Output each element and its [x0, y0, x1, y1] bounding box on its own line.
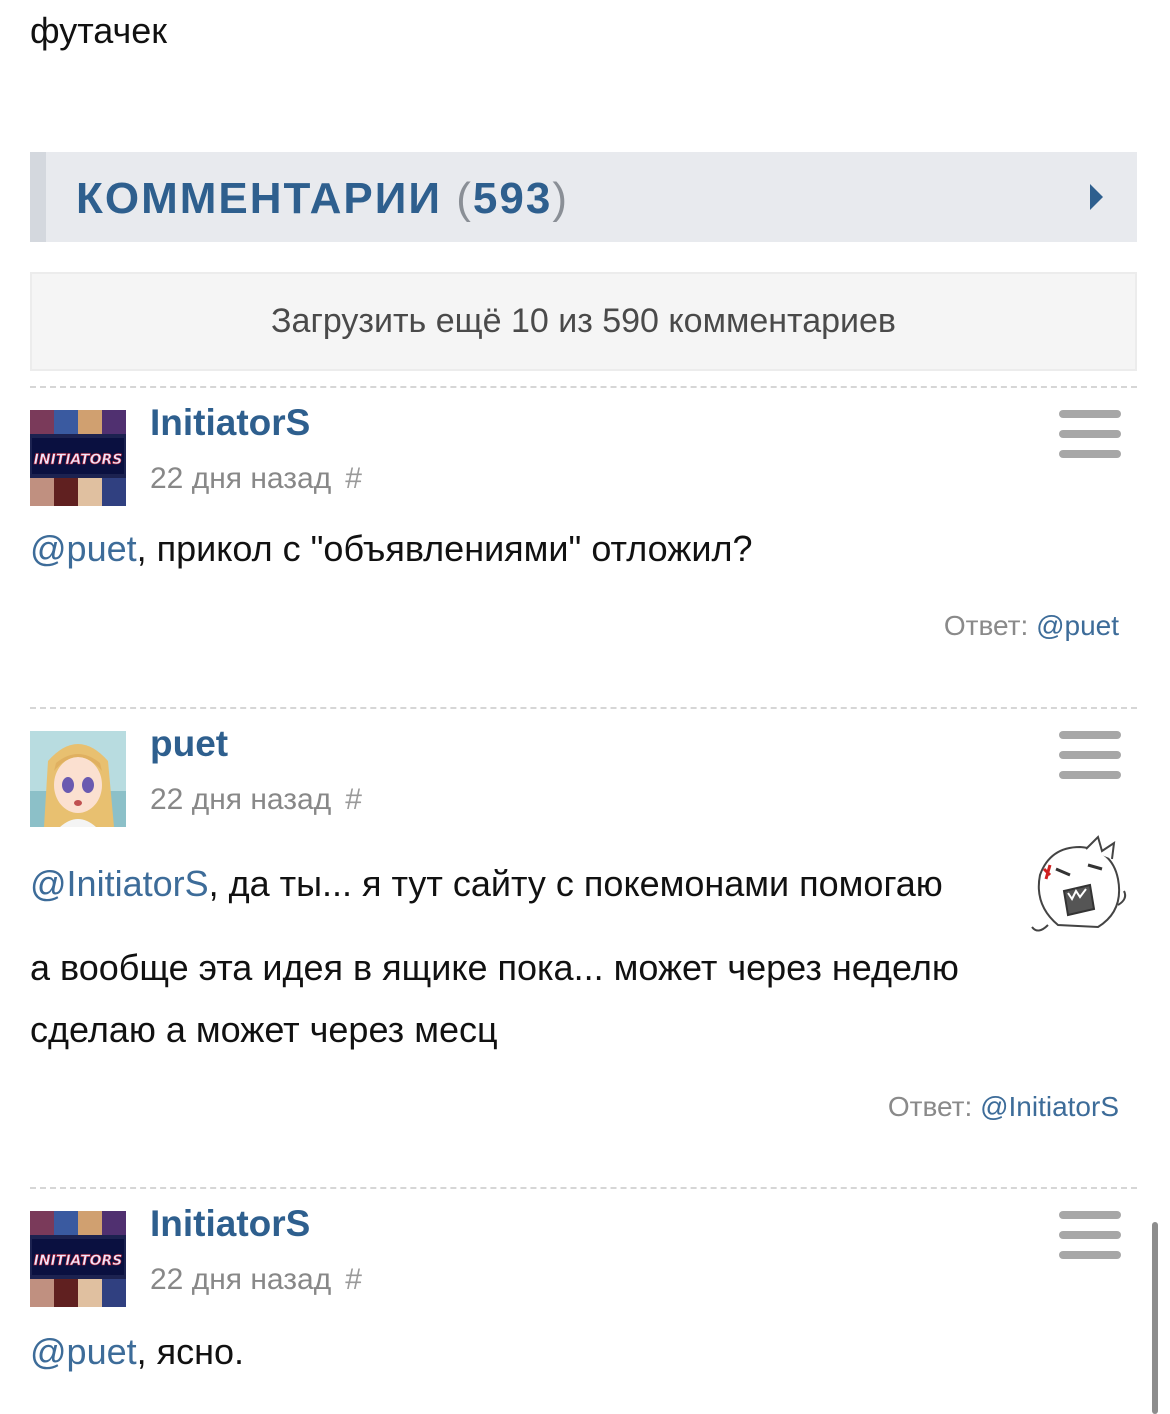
comment-time: 22 дня назад — [150, 462, 332, 495]
comment-time: 22 дня назад — [150, 1263, 332, 1296]
comment-divider — [30, 1187, 1137, 1189]
comment-body: , ясно. — [136, 1331, 245, 1372]
comment-item: INITIATORS InitiatorS 22 дня назад # @pue… — [30, 402, 1137, 660]
reply-label: Ответ: — [943, 610, 1029, 641]
post-tail-text: футачек — [30, 10, 168, 51]
comment-body: , прикол с "объявлениями" отложил? — [136, 528, 753, 569]
comment-text-line: сделаю а может через месц — [30, 1009, 498, 1050]
avatar-logo-text: INITIATORS — [34, 452, 123, 468]
reply-to: Ответ: @InitiatorS — [888, 1091, 1119, 1123]
reply-to: Ответ: @puet — [944, 610, 1119, 642]
avatar[interactable]: INITIATORS — [30, 410, 126, 506]
comment-author-link[interactable]: InitiatorS — [150, 1203, 310, 1245]
reply-label: Ответ: — [887, 1091, 973, 1122]
open-paren: ( — [456, 174, 473, 223]
reply-to-link[interactable]: @puet — [1036, 610, 1119, 641]
comment-item: puet 22 дня назад # @InitiatorS, да ты...… — [30, 723, 1137, 1141]
comment-divider — [30, 707, 1137, 709]
comment-text: @puet, ясно. — [30, 1321, 244, 1383]
comment-menu-icon[interactable] — [1059, 1211, 1121, 1261]
comment-menu-icon[interactable] — [1059, 731, 1121, 781]
scrollbar[interactable] — [1152, 1222, 1158, 1414]
comments-section-header[interactable]: КОММЕНТАРИИ (593) — [30, 152, 1137, 242]
comment-time: 22 дня назад — [150, 783, 332, 816]
comment-anchor-link[interactable]: # — [345, 783, 362, 816]
avatar[interactable] — [30, 731, 126, 827]
close-paren: ) — [552, 174, 569, 223]
comment-anchor-link[interactable]: # — [345, 1263, 362, 1296]
mention-link[interactable]: @InitiatorS — [30, 863, 209, 904]
comments-title: КОММЕНТАРИИ (593) — [76, 174, 569, 224]
comment-text: @InitiatorS, да ты... я тут сайту с поке… — [30, 853, 943, 915]
mention-link[interactable]: @puet — [30, 1331, 137, 1372]
comments-title-label: КОММЕНТАРИИ — [76, 174, 442, 223]
comment-meta: 22 дня назад # — [150, 462, 362, 496]
comment-item: INITIATORS InitiatorS 22 дня назад # @pue… — [30, 1203, 1137, 1411]
angry-emoticon-icon — [1028, 835, 1132, 939]
comment-body: , да ты... я тут сайту с покемонами помо… — [208, 863, 943, 904]
comment-author-link[interactable]: puet — [150, 723, 228, 765]
comment-author-link[interactable]: InitiatorS — [150, 402, 310, 444]
load-more-comments-button[interactable]: Загрузить ещё 10 из 590 комментариев — [30, 272, 1137, 371]
comment-anchor-link[interactable]: # — [345, 462, 362, 495]
avatar-logo-text: INITIATORS — [34, 1253, 123, 1269]
comment-text-line: а вообще эта идея в ящике пока... может … — [30, 947, 959, 988]
expand-arrow-icon[interactable] — [1090, 184, 1103, 210]
comment-meta: 22 дня назад # — [150, 1263, 362, 1297]
reply-to-link[interactable]: @InitiatorS — [980, 1091, 1119, 1122]
comments-count: 593 — [472, 174, 553, 223]
comment-divider — [30, 386, 1137, 388]
avatar[interactable]: INITIATORS — [30, 1211, 126, 1307]
comment-meta: 22 дня назад # — [150, 783, 362, 817]
comment-text: @puet, прикол с "объявлениями" отложил? — [30, 518, 753, 580]
comment-menu-icon[interactable] — [1059, 410, 1121, 460]
mention-link[interactable]: @puet — [30, 528, 137, 569]
